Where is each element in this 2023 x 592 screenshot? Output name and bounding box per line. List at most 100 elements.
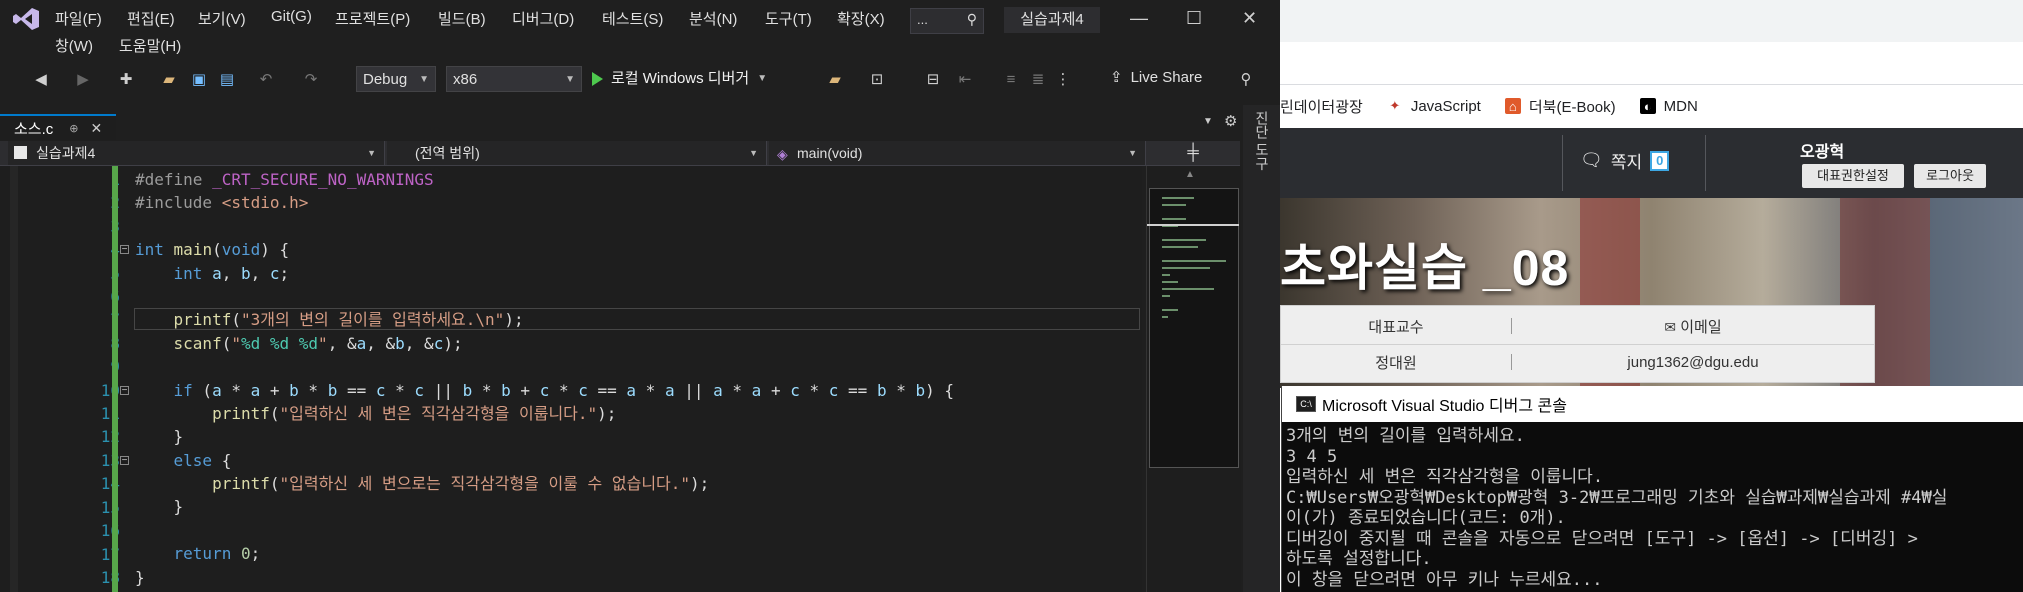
forward-icon[interactable]: ▶ xyxy=(72,68,94,90)
menu-edit[interactable]: 편집(E) xyxy=(127,8,175,29)
collapse-icon[interactable]: − xyxy=(120,456,129,466)
minimap-line xyxy=(1162,281,1178,283)
solution-configuration-select[interactable]: Debug ▼ xyxy=(356,66,436,92)
code-line[interactable]: scanf("%d %d %d", &a, &b, &c); xyxy=(135,332,954,355)
minimap-line xyxy=(1162,260,1226,262)
standard-toolbar: ◀ ▶ ✚ ▰ ▣ ▤ ↶ ↷ Debug ▼ x86 ▼ 로컬 Windows… xyxy=(0,58,1280,100)
menu-project[interactable]: 프로젝트(P) xyxy=(335,8,410,29)
code-line[interactable]: } xyxy=(135,566,954,589)
bookmark-item-mdn[interactable]: ◐ MDN xyxy=(1639,98,1698,115)
start-debugging-button[interactable]: 로컬 Windows 디버거 ▼ xyxy=(592,66,767,92)
pin-icon[interactable]: ⊕ xyxy=(69,122,78,135)
tab-list-chevron-icon[interactable]: ▼ xyxy=(1203,116,1213,127)
collapse-icon[interactable]: − xyxy=(120,386,129,396)
menu-git[interactable]: Git(G) xyxy=(271,8,312,25)
minimize-button[interactable]: — xyxy=(1130,8,1148,29)
search-box[interactable]: ... ⚲ xyxy=(910,8,984,34)
live-share-label: Live Share xyxy=(1130,68,1203,86)
bookmark-label: 린데이터광장 xyxy=(1280,98,1363,116)
code-line[interactable]: printf("3개의 변의 길이를 입력하세요.\n"); xyxy=(135,308,954,331)
settings-gear-icon[interactable]: ⚙ xyxy=(1224,112,1237,130)
solution-platform-select[interactable]: x86 ▼ xyxy=(446,66,582,92)
window-title: 실습과제4 xyxy=(1004,7,1100,33)
code-line[interactable]: int main(void) { xyxy=(135,238,954,261)
message-button[interactable]: 🗨 쪽지 0 xyxy=(1580,148,1670,173)
code-line[interactable]: if (a * a + b * b == c * c || b * b + c … xyxy=(135,379,955,402)
site-header-bar: 🗨 쪽지 0 오광혁 대표권한설정 로그아웃 xyxy=(1280,128,2023,198)
screenshot-icon[interactable]: ⊡ xyxy=(866,68,888,90)
split-editor-button[interactable]: ╪ xyxy=(1146,141,1240,165)
open-file-icon[interactable]: ▰ xyxy=(158,68,180,90)
code-line[interactable]: #include <stdio.h> xyxy=(135,191,954,214)
scrollbar-minimap[interactable]: ▲ xyxy=(1146,166,1241,592)
banner-decoration xyxy=(1930,198,2023,388)
collapse-icon[interactable]: − xyxy=(120,245,129,255)
bookmark-item[interactable]: 린데이터광장 xyxy=(1280,96,1363,117)
line-number: 5 xyxy=(30,262,120,285)
function-select[interactable]: ◈ main(void) ▼ xyxy=(769,141,1146,165)
comment-icon[interactable]: ≡ xyxy=(1000,68,1022,90)
menu-test[interactable]: 테스트(S) xyxy=(602,8,663,29)
professor-email[interactable]: jung1362@dgu.edu xyxy=(1512,354,1874,371)
menu-help[interactable]: 도움말(H) xyxy=(119,35,181,56)
source-code[interactable]: #define _CRT_SECURE_NO_WARNINGS #include … xyxy=(135,168,954,589)
code-line[interactable]: } xyxy=(135,425,954,448)
divider xyxy=(1705,135,1706,191)
role-settings-button[interactable]: 대표권한설정 xyxy=(1802,164,1904,188)
code-line[interactable] xyxy=(135,355,954,378)
close-tab-icon[interactable]: ✕ xyxy=(91,120,103,137)
indent-icon[interactable]: ⇤ xyxy=(954,68,976,90)
share-icon: ⇪ xyxy=(1110,69,1123,86)
debug-console-window[interactable]: C:\ Microsoft Visual Studio 디버그 콘솔 3개의 변… xyxy=(1281,386,2023,592)
menu-debug[interactable]: 디버그(D) xyxy=(512,8,574,29)
back-icon[interactable]: ◀ xyxy=(30,68,52,90)
uncomment-icon[interactable]: ≣ xyxy=(1027,68,1049,90)
chevron-down-icon: ▼ xyxy=(757,73,768,84)
redo-icon[interactable]: ↷ xyxy=(300,68,322,90)
code-line[interactable]: #define _CRT_SECURE_NO_WARNINGS xyxy=(135,168,954,191)
code-line[interactable]: int a, b, c; xyxy=(135,262,954,285)
save-all-icon[interactable]: ▤ xyxy=(216,68,238,90)
code-line[interactable] xyxy=(135,215,954,238)
code-line[interactable]: return 0; xyxy=(135,542,954,565)
bookmark-item-ebook[interactable]: ⌂ 더북(E-Book) xyxy=(1504,96,1616,117)
tab-source-file[interactable]: 소스.c ⊕ ✕ xyxy=(0,114,116,140)
code-editor[interactable]: 1 2 3 4 5 6 7 8 9 10 11 12 13 14 15 16 1… xyxy=(0,166,1142,592)
feedback-icon[interactable]: ⚲ xyxy=(1235,68,1257,90)
minimap-line xyxy=(1162,288,1214,290)
code-line[interactable]: printf("입력하신 세 변은 직각삼각형을 이룹니다."); xyxy=(135,402,954,425)
code-line[interactable]: else { xyxy=(135,449,954,472)
undo-icon[interactable]: ↶ xyxy=(255,68,277,90)
menu-analyze[interactable]: 분석(N) xyxy=(689,8,737,29)
scroll-up-icon[interactable]: ▲ xyxy=(1185,169,1195,180)
scope-select[interactable]: (전역 범위) ▼ xyxy=(387,141,767,165)
console-line: 3개의 변의 길이를 입력하세요. xyxy=(1286,426,1525,446)
project-select[interactable]: 실습과제4 ▼ xyxy=(8,141,385,165)
line-number: 10 xyxy=(100,380,120,400)
code-line[interactable] xyxy=(135,285,954,308)
menu-extensions[interactable]: 확장(X) xyxy=(837,8,885,29)
line-number: 6 xyxy=(30,285,120,308)
code-line[interactable] xyxy=(135,519,954,542)
live-share-button[interactable]: ⇪ Live Share xyxy=(1110,68,1203,87)
folder-icon[interactable]: ▰ xyxy=(824,68,846,90)
new-project-icon[interactable]: ✚ xyxy=(115,68,137,90)
menu-view[interactable]: 보기(V) xyxy=(198,8,246,29)
menu-window[interactable]: 창(W) xyxy=(55,35,93,56)
chevron-down-icon: ▼ xyxy=(1128,148,1137,158)
overflow-icon[interactable]: ⋮ xyxy=(1052,68,1074,90)
menu-build[interactable]: 빌드(B) xyxy=(438,8,486,29)
diagnostic-tools-panel-tab[interactable]: 진단 도구 xyxy=(1243,105,1280,592)
code-line[interactable]: } xyxy=(135,495,954,518)
logout-button[interactable]: 로그아웃 xyxy=(1914,164,1986,188)
code-line[interactable]: printf("입력하신 세 변으로는 직각삼각형을 이룰 수 없습니다."); xyxy=(135,472,954,495)
bookmark-item-javascript[interactable]: ✦ JavaScript xyxy=(1387,98,1480,115)
breakpoint-icon[interactable]: ⊟ xyxy=(922,68,944,90)
browser-address-bar[interactable] xyxy=(1280,42,2023,85)
maximize-button[interactable]: ☐ xyxy=(1186,8,1202,29)
minimap-viewport[interactable] xyxy=(1149,188,1239,468)
close-button[interactable]: ✕ xyxy=(1242,8,1257,29)
save-icon[interactable]: ▣ xyxy=(188,68,210,90)
menu-tools[interactable]: 도구(T) xyxy=(765,8,812,29)
menu-file[interactable]: 파일(F) xyxy=(55,8,102,29)
